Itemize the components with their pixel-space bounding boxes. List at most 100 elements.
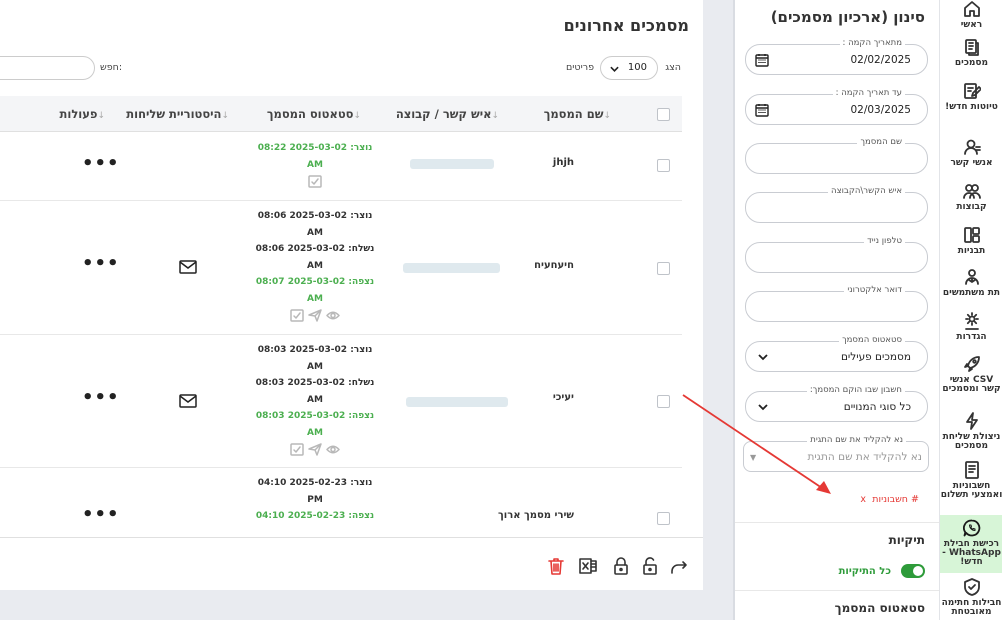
show-label: הצג bbox=[665, 62, 681, 73]
table-row[interactable]: שירי מסמך ארוך נוצר: 2025-02-23 04:10 PM… bbox=[0, 468, 682, 537]
col-doc-name[interactable]: ↓שם המסמך bbox=[544, 107, 614, 121]
search-input[interactable] bbox=[0, 56, 95, 80]
eye-icon bbox=[326, 445, 340, 454]
row-checkbox[interactable] bbox=[657, 159, 670, 172]
actions-menu-button[interactable]: ••• bbox=[82, 155, 120, 173]
table-row[interactable]: חיעחעיח נוצר: 2025-03-02 08:06 AM נשלח: … bbox=[0, 201, 682, 335]
row-checkbox[interactable] bbox=[657, 395, 670, 408]
nav-settings[interactable]: הגדרות bbox=[940, 312, 1002, 346]
excel-export-icon[interactable] bbox=[578, 556, 598, 576]
col-actions[interactable]: ↓פעולות bbox=[60, 107, 108, 121]
table-row[interactable]: יעיכי נוצר: 2025-03-02 08:03 AM נשלח: 20… bbox=[0, 335, 682, 468]
contact-field[interactable]: איש הקשר\הקבוצה bbox=[745, 186, 928, 223]
nav-documents[interactable]: מסמכים bbox=[940, 38, 1002, 76]
status-cell: נוצר: 2025-03-02 08:06 AM נשלח: 2025-03-… bbox=[250, 208, 380, 322]
mail-icon[interactable] bbox=[179, 260, 197, 274]
doc-name[interactable]: שירי מסמך ארוך bbox=[498, 510, 574, 521]
send-icon bbox=[308, 309, 322, 322]
nav-sub-users[interactable]: תת משתמשים bbox=[940, 268, 1002, 302]
check-icon bbox=[290, 443, 304, 456]
send-icon bbox=[308, 443, 322, 456]
page-size-select[interactable]: 100 bbox=[600, 56, 658, 80]
check-icon bbox=[308, 175, 322, 188]
tag-remove-button[interactable]: x bbox=[860, 494, 866, 505]
all-folders-toggle[interactable] bbox=[901, 564, 925, 578]
home-icon bbox=[963, 1, 980, 17]
documents-card: מסמכים אחרונים הצג 100 פריטים חפש: ↓שם ה… bbox=[0, 0, 703, 590]
nav-usage[interactable]: ניצולת שליחת מסמכים bbox=[940, 412, 1002, 452]
contact-redacted bbox=[410, 159, 494, 169]
col-status[interactable]: ↓סטאטוס המסמך bbox=[267, 107, 364, 121]
nav-templates[interactable]: תבניות bbox=[940, 226, 1002, 260]
contacts-icon bbox=[963, 139, 981, 155]
nav-whatsapp[interactable]: רכישת חבילת WhatsApp - חדש! bbox=[940, 515, 1002, 573]
actions-menu-button[interactable]: ••• bbox=[82, 506, 120, 524]
page-title: מסמכים אחרונים bbox=[563, 16, 689, 35]
chevron-down-icon bbox=[758, 404, 768, 411]
doc-status-title: סטאטוס המסמך bbox=[834, 601, 925, 615]
documents-icon bbox=[964, 39, 979, 56]
eye-icon bbox=[326, 311, 340, 320]
account-select[interactable]: חשבון שבו הוקם המסמך: כל סוגי המנויים bbox=[745, 385, 928, 422]
status-cell: נוצר: 2025-03-02 08:22 AM bbox=[250, 140, 380, 188]
trash-icon[interactable] bbox=[546, 556, 566, 576]
calendar-icon[interactable] bbox=[755, 103, 769, 117]
date-from-field[interactable]: מתאריך הקמה : 02/02/2025 bbox=[745, 38, 928, 75]
nav-drafts[interactable]: טיוטות חדש! bbox=[940, 82, 1002, 126]
status-cell: נוצר: 2025-02-23 04:10 PM נצפה: 2025-02-… bbox=[255, 478, 375, 521]
filter-title: סינון (ארכיון מסמכים) bbox=[770, 8, 925, 26]
date-to-field[interactable]: עד תאריך הקמה : 02/03/2025 bbox=[745, 88, 928, 125]
status-cell: נוצר: 2025-03-02 08:03 AM נשלח: 2025-03-… bbox=[250, 342, 380, 456]
nav-contacts[interactable]: אנשי קשר bbox=[940, 138, 1002, 172]
all-folders-label: כל התיקיות bbox=[838, 566, 891, 577]
tag-chip: # חשבוניות bbox=[872, 494, 919, 505]
select-all-checkbox[interactable] bbox=[657, 108, 670, 121]
mail-icon[interactable] bbox=[179, 394, 197, 408]
share-icon[interactable] bbox=[668, 556, 688, 576]
settings-icon bbox=[964, 312, 979, 330]
doc-name[interactable]: jhjh bbox=[553, 157, 574, 168]
panel-gap bbox=[703, 0, 733, 620]
email-field[interactable]: דואר אלקטרוני bbox=[745, 285, 928, 322]
secure-shield-icon bbox=[963, 578, 980, 596]
nav-invoices[interactable]: חשבוניות ואמצעי תשלום bbox=[940, 461, 1002, 509]
nav-csv[interactable]: CSV אנשי קשר ומסמכים bbox=[940, 355, 1002, 399]
chevron-down-icon bbox=[610, 66, 619, 72]
row-checkbox[interactable] bbox=[657, 262, 670, 275]
calendar-icon[interactable] bbox=[755, 53, 769, 67]
doc-name-field[interactable]: שם המסמך bbox=[745, 137, 928, 174]
usage-bolt-icon bbox=[965, 412, 978, 430]
lock-icon[interactable] bbox=[611, 556, 631, 576]
csv-rocket-icon bbox=[963, 356, 980, 372]
row-checkbox[interactable] bbox=[657, 512, 670, 525]
unlock-icon[interactable] bbox=[640, 556, 660, 576]
groups-icon bbox=[962, 184, 981, 199]
sub-users-icon bbox=[964, 269, 979, 285]
table-row[interactable]: jhjh נוצר: 2025-03-02 08:22 AM ••• bbox=[0, 133, 682, 201]
templates-icon bbox=[963, 227, 980, 243]
nav-home[interactable]: ראשי bbox=[940, 0, 1002, 34]
col-contact[interactable]: ↓איש קשר / קבוצה bbox=[396, 107, 502, 121]
table-header: ↓שם המסמך ↓איש קשר / קבוצה ↓סטאטוס המסמך… bbox=[0, 96, 682, 132]
nav-secure-signature[interactable]: חבילות חתימה מאובטחת bbox=[940, 578, 1002, 620]
doc-name[interactable]: יעיכי bbox=[553, 392, 574, 403]
folders-title: תיקיות bbox=[888, 533, 925, 547]
whatsapp-icon bbox=[962, 519, 980, 537]
contact-redacted bbox=[406, 397, 508, 407]
items-label: פריטים bbox=[566, 62, 595, 73]
doc-name[interactable]: חיעחעיח bbox=[534, 260, 574, 271]
filter-panel: סינון (ארכיון מסמכים) מתאריך הקמה : 02/0… bbox=[733, 0, 939, 620]
tag-search-field[interactable]: נא להקליד את שם התגית נא להקליד את שם הת… bbox=[743, 435, 929, 472]
search-label: חפש: bbox=[100, 62, 123, 73]
mobile-field[interactable]: טלפון נייד bbox=[745, 236, 928, 273]
actions-menu-button[interactable]: ••• bbox=[82, 255, 120, 273]
contact-redacted bbox=[403, 263, 500, 273]
nav-groups[interactable]: קבוצות bbox=[940, 182, 1002, 216]
doc-status-select[interactable]: סטאטוס המסמך מסמכים פעילים bbox=[745, 335, 928, 372]
page-size-value: 100 bbox=[627, 62, 647, 73]
dropdown-caret-icon: ▼ bbox=[750, 453, 757, 462]
invoices-icon bbox=[964, 461, 979, 479]
drafts-icon bbox=[963, 83, 981, 99]
actions-menu-button[interactable]: ••• bbox=[82, 389, 120, 407]
col-send-history[interactable]: ↓היסטוריית שליחות bbox=[126, 107, 232, 121]
